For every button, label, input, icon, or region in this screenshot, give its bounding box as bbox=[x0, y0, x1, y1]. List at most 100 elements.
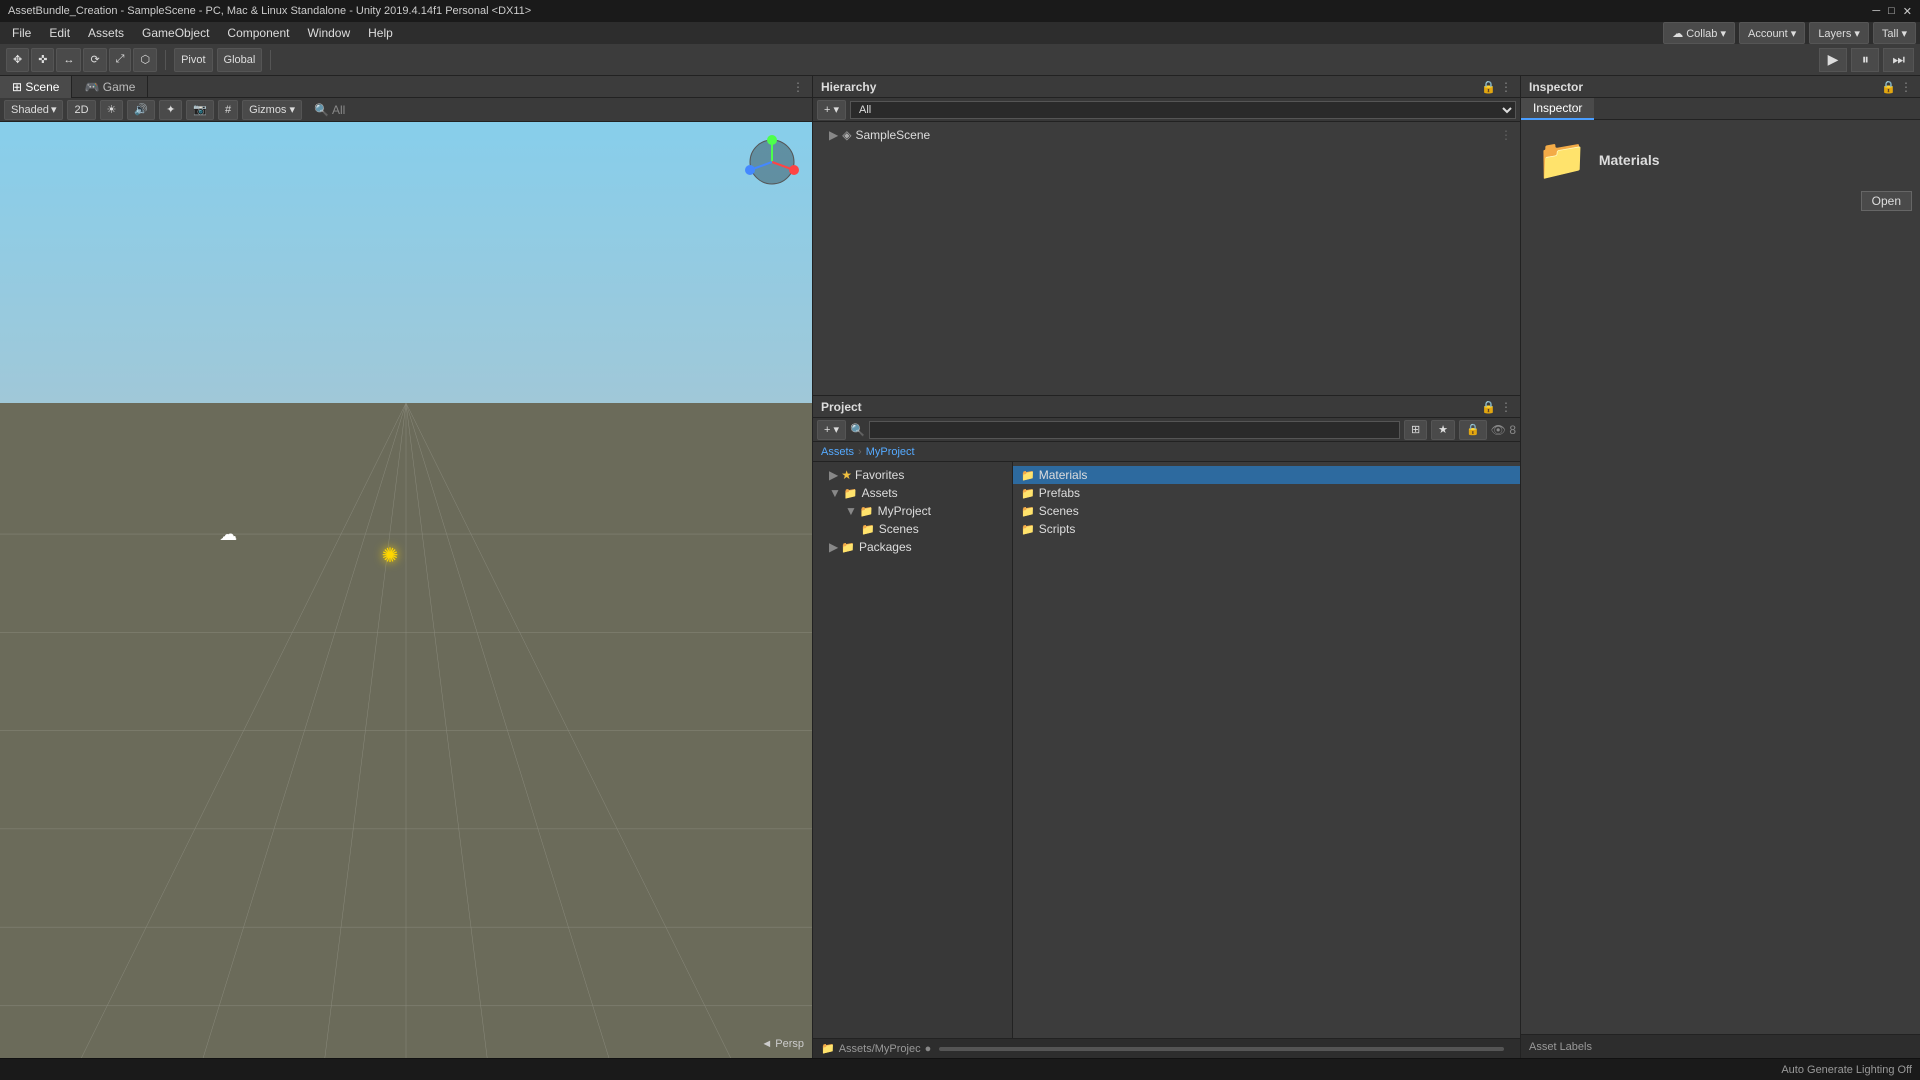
tab-scene[interactable]: ⊞ Scene bbox=[0, 76, 72, 98]
hand-tool[interactable]: ✥ bbox=[6, 48, 29, 72]
hierarchy-toolbar: + ▾ All bbox=[813, 98, 1520, 122]
rotate-tool[interactable]: ↔ bbox=[56, 48, 81, 72]
inspector-title: Inspector bbox=[1529, 80, 1583, 94]
file-scenes[interactable]: 📁 Scenes bbox=[1013, 502, 1520, 520]
project-title: Project bbox=[821, 400, 862, 414]
folder-display: 📁 Materials bbox=[1529, 128, 1912, 191]
project-menu-btn[interactable]: ⋮ bbox=[1500, 400, 1512, 414]
project-view-btn[interactable]: ⊞ bbox=[1404, 420, 1427, 440]
play-button[interactable]: ▶ bbox=[1819, 48, 1848, 72]
tree-scenes[interactable]: 📁 Scenes bbox=[813, 520, 1012, 538]
menu-assets[interactable]: Assets bbox=[80, 24, 132, 42]
favorites-star: ★ bbox=[841, 468, 852, 482]
axis-widget bbox=[742, 132, 802, 192]
scene-viewport[interactable]: Shaded bbox=[0, 122, 812, 1058]
persp-label: ◄ Persp bbox=[761, 1038, 804, 1050]
project-files-panel: 📁 Materials 📁 Prefabs 📁 Scenes 📁 Scripts bbox=[1013, 462, 1520, 1038]
inspector-header: Inspector 🔒 ⋮ bbox=[1521, 76, 1920, 98]
hierarchy-title: Hierarchy bbox=[821, 80, 876, 94]
menu-file[interactable]: File bbox=[4, 24, 39, 42]
breadcrumb-bar: Assets › MyProject bbox=[813, 442, 1520, 462]
file-materials[interactable]: 📁 Materials bbox=[1013, 466, 1520, 484]
project-lock2-btn[interactable]: 🔒 bbox=[1459, 420, 1487, 440]
scene-menu-dots[interactable]: ⋮ bbox=[1500, 128, 1512, 142]
maximize-btn[interactable]: □ bbox=[1888, 5, 1895, 18]
layout-button[interactable]: Tall ▾ bbox=[1873, 22, 1916, 44]
file-scripts[interactable]: 📁 Scripts bbox=[1013, 520, 1520, 538]
tree-myproject[interactable]: ▼ 📁 MyProject bbox=[813, 502, 1012, 520]
search-icon-project: 🔍 bbox=[850, 423, 865, 437]
materials-folder-icon: 📁 bbox=[1021, 469, 1035, 482]
status-text: Auto Generate Lighting Off bbox=[1781, 1064, 1912, 1076]
hierarchy-lock-btn[interactable]: 🔒 bbox=[1481, 80, 1496, 94]
hierarchy-search[interactable]: All bbox=[850, 101, 1516, 119]
packages-label: Packages bbox=[859, 540, 912, 554]
audio-btn[interactable]: 🔊 bbox=[127, 100, 155, 120]
scene-menu-btn[interactable]: ⋮ bbox=[792, 80, 804, 94]
step-button[interactable]: ⏭ bbox=[1883, 48, 1914, 72]
menu-edit[interactable]: Edit bbox=[41, 24, 78, 42]
rect-tool[interactable]: ⤢ bbox=[109, 48, 132, 72]
hierarchy-panel: Hierarchy 🔒 ⋮ + ▾ All ▶ ◈ SampleScene ⋮ bbox=[812, 76, 1520, 396]
myproject-folder-icon: 📁 bbox=[860, 505, 874, 518]
move-tool[interactable]: ✜ bbox=[31, 48, 54, 72]
lighting-btn[interactable]: ☀ bbox=[100, 100, 124, 120]
sun-icon: ✺ bbox=[382, 543, 399, 568]
tab-game[interactable]: 🎮 Game bbox=[72, 76, 148, 98]
tab-inspector[interactable]: Inspector bbox=[1521, 98, 1594, 120]
hierarchy-scene-item[interactable]: ▶ ◈ SampleScene ⋮ bbox=[813, 126, 1520, 144]
global-button[interactable]: Global bbox=[217, 48, 263, 72]
tree-packages[interactable]: ▶ 📁 Packages bbox=[813, 538, 1012, 556]
grid-btn[interactable]: # bbox=[218, 100, 238, 120]
menu-help[interactable]: Help bbox=[360, 24, 401, 42]
transform-tool[interactable]: ⬡ bbox=[133, 48, 157, 72]
account-button[interactable]: Account ▾ bbox=[1739, 22, 1805, 44]
project-star-btn[interactable]: ★ bbox=[1431, 420, 1455, 440]
tree-favorites[interactable]: ▶ ★ Favorites bbox=[813, 466, 1012, 484]
project-lock-btn[interactable]: 🔒 bbox=[1481, 400, 1496, 414]
camera-btn[interactable]: 📷 bbox=[186, 100, 214, 120]
2d-mode-btn[interactable]: 2D bbox=[67, 100, 95, 120]
gizmos-btn[interactable]: Gizmos ▾ bbox=[242, 100, 302, 120]
project-search-input[interactable] bbox=[869, 421, 1400, 439]
scene-expand-arrow: ▶ bbox=[829, 128, 838, 142]
project-status-bar: 📁 Assets/MyProjec ● bbox=[813, 1038, 1520, 1058]
file-prefabs[interactable]: 📁 Prefabs bbox=[1013, 484, 1520, 502]
scene-tab-icon: ⊞ bbox=[12, 80, 22, 94]
menu-window[interactable]: Window bbox=[299, 24, 358, 42]
hierarchy-add-btn[interactable]: + ▾ bbox=[817, 100, 846, 120]
scripts-folder-icon: 📁 bbox=[1021, 523, 1035, 536]
project-add-btn[interactable]: + ▾ bbox=[817, 420, 846, 440]
menu-bar: File Edit Assets GameObject Component Wi… bbox=[0, 22, 1920, 44]
open-button[interactable]: Open bbox=[1861, 191, 1912, 211]
project-content: ▶ ★ Favorites ▼ 📁 Assets ▼ 📁 MyProject bbox=[813, 462, 1520, 1038]
tree-assets[interactable]: ▼ 📁 Assets bbox=[813, 484, 1012, 502]
menu-component[interactable]: Component bbox=[219, 24, 297, 42]
inspector-menu-btn[interactable]: ⋮ bbox=[1900, 80, 1912, 94]
pivot-button[interactable]: Pivot bbox=[174, 48, 212, 72]
file-materials-name: Materials bbox=[1039, 468, 1088, 482]
effects-btn[interactable]: ✦ bbox=[159, 100, 182, 120]
layers-button[interactable]: Layers ▾ bbox=[1809, 22, 1869, 44]
minimize-btn[interactable]: ─ bbox=[1872, 5, 1880, 18]
assets-folder-icon: 📁 bbox=[844, 487, 858, 500]
menu-gameobject[interactable]: GameObject bbox=[134, 24, 217, 42]
shading-mode-btn[interactable]: Shaded ▾ bbox=[4, 100, 63, 120]
folder-name: Materials bbox=[1599, 152, 1660, 168]
hierarchy-menu-btn[interactable]: ⋮ bbox=[1500, 80, 1512, 94]
file-scripts-name: Scripts bbox=[1039, 522, 1076, 536]
close-btn[interactable]: ✕ bbox=[1903, 5, 1912, 18]
scene-tabs: ⊞ Scene 🎮 Game ⋮ bbox=[0, 76, 812, 98]
hierarchy-header: Hierarchy 🔒 ⋮ bbox=[813, 76, 1520, 98]
favorites-label: Favorites bbox=[855, 468, 904, 482]
cloud-icon: ☁ bbox=[219, 524, 237, 545]
breadcrumb-assets[interactable]: Assets bbox=[821, 446, 854, 458]
collab-button[interactable]: ☁ Collab ▾ bbox=[1663, 22, 1735, 44]
scene-name: SampleScene bbox=[855, 128, 930, 142]
game-tab-icon: 🎮 bbox=[84, 80, 99, 94]
title-text: AssetBundle_Creation - SampleScene - PC,… bbox=[8, 5, 531, 17]
inspector-lock-btn[interactable]: 🔒 bbox=[1881, 80, 1896, 94]
scale-tool[interactable]: ⟳ bbox=[83, 48, 106, 72]
pause-button[interactable]: ⏸ bbox=[1851, 48, 1879, 72]
breadcrumb-myproject[interactable]: MyProject bbox=[866, 446, 915, 458]
